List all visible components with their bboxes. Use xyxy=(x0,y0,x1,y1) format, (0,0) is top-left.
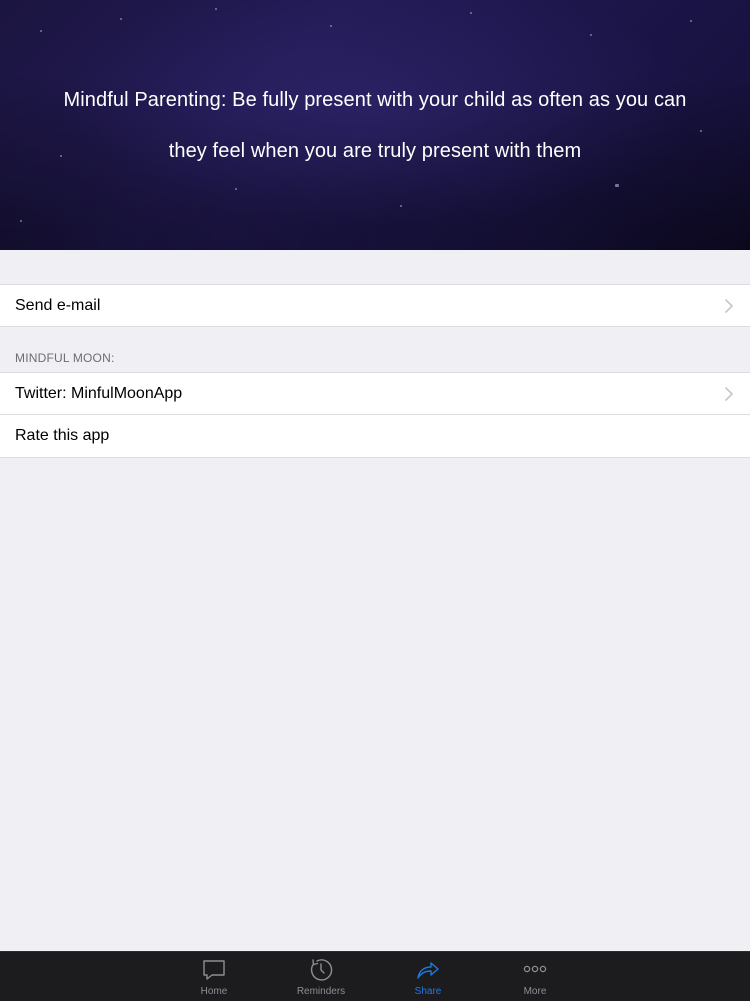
quote-text-line-2: they feel when you are truly present wit… xyxy=(168,140,582,162)
share-arrow-icon xyxy=(417,962,439,979)
tab-bar: Home Reminders Share More xyxy=(0,951,750,1001)
tab-more[interactable]: More xyxy=(495,952,575,1001)
twitter-row[interactable]: Twitter: MinfulMoonApp xyxy=(0,372,750,415)
send-email-row[interactable]: Send e-mail xyxy=(0,284,750,327)
more-dots-icon xyxy=(523,965,547,973)
tab-reminders-label: Reminders xyxy=(296,986,346,997)
chat-bubble-icon xyxy=(203,960,225,980)
tab-share-label: Share xyxy=(414,986,442,997)
clock-icon xyxy=(310,959,333,981)
chevron-right-icon xyxy=(725,387,733,401)
tab-share[interactable]: Share xyxy=(388,952,468,1001)
quote-text-line-1: Mindful Parenting: Be fully present with… xyxy=(63,89,687,111)
tab-more-label: More xyxy=(523,986,547,997)
rate-app-label: Rate this app xyxy=(15,427,110,444)
send-email-label: Send e-mail xyxy=(15,296,101,314)
tab-reminders[interactable]: Reminders xyxy=(281,952,361,1001)
tab-home[interactable]: Home xyxy=(174,952,254,1001)
tab-home-label: Home xyxy=(200,986,228,997)
section-header-mindful-moon: MINDFUL MOON: xyxy=(15,351,115,365)
chevron-right-icon xyxy=(725,298,733,313)
rate-app-row[interactable]: Rate this app xyxy=(0,415,750,458)
twitter-label: Twitter: MinfulMoonApp xyxy=(15,385,183,402)
quote-banner: Mindful Parenting: Be fully present with… xyxy=(0,0,750,250)
